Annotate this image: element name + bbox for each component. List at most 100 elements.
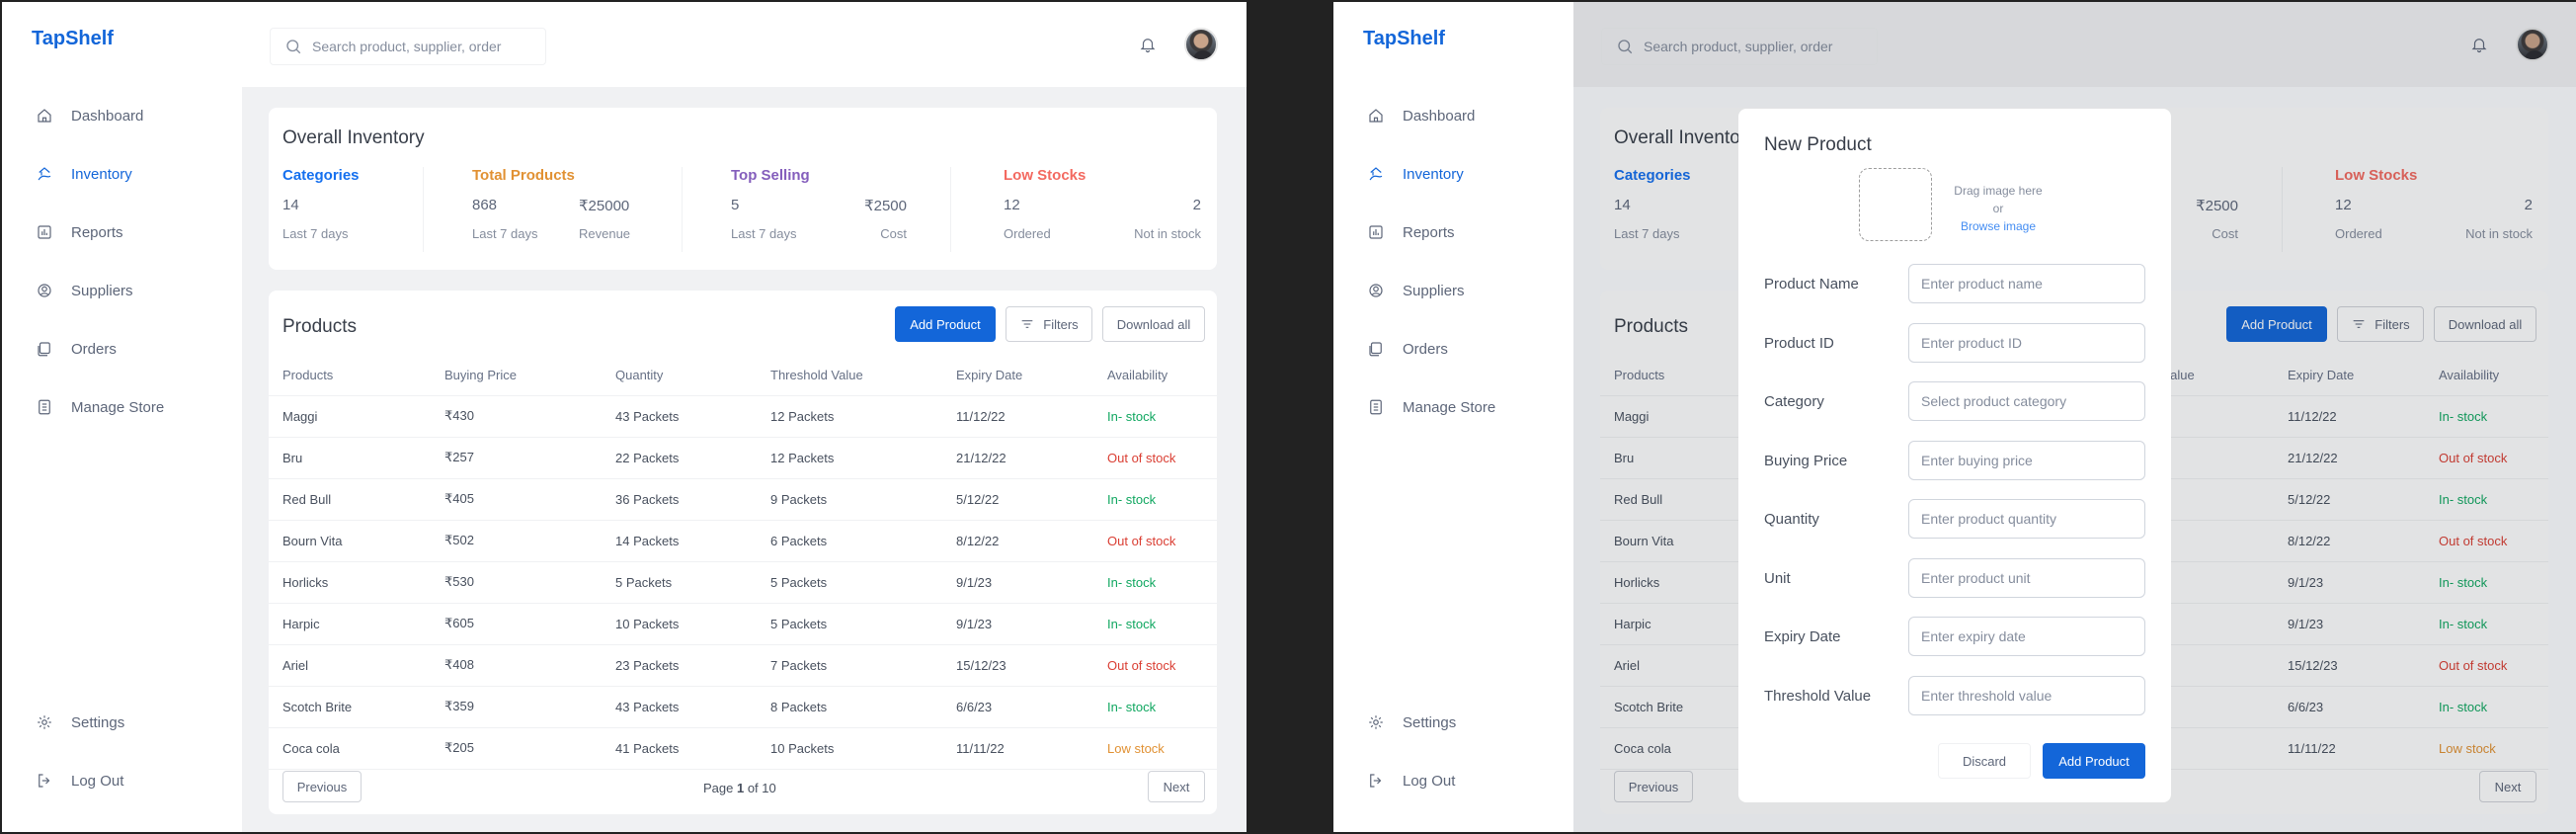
overall-inventory-card: Overall Inventory Categories 14 Last 7 d… — [269, 108, 1217, 270]
products-title: Products — [282, 316, 357, 337]
cell-qty: 14 Packets — [615, 520, 770, 562]
next-button[interactable]: Next — [1148, 771, 1205, 802]
modal-title: New Product — [1764, 134, 1872, 155]
app-logo[interactable]: TapShelf — [32, 28, 114, 50]
previous-button[interactable]: Previous — [282, 771, 362, 802]
cell-threshold: 10 Packets — [770, 727, 956, 770]
sidebar-item-dashboard[interactable]: Dashboard — [1367, 101, 1475, 130]
filters-label: Filters — [1043, 316, 1079, 332]
threshold-value-field[interactable] — [1908, 675, 2145, 715]
table-row[interactable]: Maggi₹43043 Packets12 Packets11/12/22In-… — [269, 395, 1217, 438]
sidebar-item-manage-store[interactable]: Manage Store — [1367, 392, 1495, 422]
table-row[interactable]: Coca cola₹20541 Packets10 Packets11/11/2… — [269, 727, 1217, 770]
table-row[interactable]: Harpic₹60510 Packets5 Packets9/1/23In- s… — [269, 603, 1217, 645]
sidebar-item-dashboard[interactable]: Dashboard — [36, 101, 143, 130]
divider — [423, 167, 424, 252]
cell-threshold: 5 Packets — [770, 561, 956, 604]
search-input[interactable] — [312, 39, 529, 54]
image-dropzone[interactable] — [1859, 168, 1932, 241]
column-header[interactable]: Availability — [1107, 356, 1217, 396]
field-label: Buying Price — [1764, 452, 1848, 469]
sidebar-item-orders[interactable]: Orders — [36, 334, 117, 364]
browse-image-link[interactable]: Browse image — [1944, 217, 2053, 235]
column-header[interactable]: Threshold Value — [770, 356, 956, 396]
sidebar-item-suppliers[interactable]: Suppliers — [1367, 276, 1465, 305]
category-field[interactable]: Select product category — [1908, 381, 2145, 421]
divider — [682, 167, 683, 252]
drag-text: Drag image here — [1954, 184, 2043, 198]
gear-icon — [38, 715, 51, 729]
sidebar-item-log-out[interactable]: Log Out — [1367, 766, 1455, 795]
stat-categories: Categories 14 Last 7 days — [282, 167, 421, 252]
gear-icon — [1369, 715, 1383, 729]
table-row[interactable]: Bourn Vita₹50214 Packets6 Packets8/12/22… — [269, 520, 1217, 562]
column-header[interactable]: Buying Price — [444, 356, 615, 396]
stat-total-products: Total Products 868 Last 7 days ₹25000 Re… — [472, 167, 670, 252]
product-name-field[interactable] — [1908, 264, 2145, 303]
table-row[interactable]: Scotch Brite₹35943 Packets8 Packets6/6/2… — [269, 686, 1217, 728]
sidebar-item-label: Log Out — [1403, 772, 1456, 790]
cell-expiry: 11/12/22 — [956, 395, 1107, 438]
store-icon — [39, 399, 50, 415]
field-label: Product ID — [1764, 334, 1834, 352]
cell-expiry: 5/12/22 — [956, 478, 1107, 521]
table-header-row: Products Buying Price Quantity Threshold… — [269, 356, 1217, 396]
table-row[interactable]: Bru₹25722 Packets12 Packets21/12/22Out o… — [269, 437, 1217, 479]
notification-button[interactable] — [1139, 36, 1159, 55]
sidebar-item-log-out[interactable]: Log Out — [36, 766, 123, 795]
table-row[interactable]: Horlicks₹5305 Packets5 Packets9/1/23In- … — [269, 561, 1217, 604]
sidebar: TapShelf Dashboard Inventory Reports Suppli… — [2, 2, 242, 832]
cell-availability: In- stock — [1107, 603, 1217, 645]
cell-name: Maggi — [269, 395, 444, 438]
column-header[interactable]: Quantity — [615, 356, 770, 396]
filters-button[interactable]: Filters — [1006, 306, 1092, 342]
sidebar-item-reports[interactable]: Reports — [36, 217, 123, 247]
sidebar-item-reports[interactable]: Reports — [1367, 217, 1455, 247]
sidebar-item-label: Manage Store — [71, 398, 165, 416]
modal-add-product-button[interactable]: Add Product — [2043, 743, 2145, 779]
reports-icon — [38, 225, 51, 239]
unit-field[interactable] — [1908, 557, 2145, 598]
table-row[interactable]: Ariel₹40823 Packets7 Packets15/12/23Out … — [269, 644, 1217, 687]
sidebar-item-settings[interactable]: Settings — [36, 708, 124, 737]
column-header[interactable]: Products — [269, 356, 444, 396]
sidebar-item-orders[interactable]: Orders — [1367, 334, 1448, 364]
cell-expiry: 15/12/23 — [956, 644, 1107, 687]
sidebar-item-label: Dashboard — [1403, 107, 1476, 125]
cell-name: Bru — [269, 437, 444, 479]
app-logo[interactable]: TapShelf — [1363, 28, 1445, 50]
home-icon — [1369, 109, 1383, 123]
stat-categories-value: 14 — [282, 197, 299, 213]
field-label: Unit — [1764, 569, 1791, 587]
product-id-field[interactable] — [1908, 322, 2145, 363]
cell-expiry: 11/11/22 — [956, 727, 1107, 770]
cell-qty: 43 Packets — [615, 395, 770, 438]
stat-not-in-stock-value: 2 — [1192, 197, 1201, 213]
top-bar — [242, 2, 1247, 87]
download-all-button[interactable]: Download all — [1102, 306, 1205, 342]
stat-total-products-label: Last 7 days — [472, 226, 538, 241]
sidebar-item-inventory[interactable]: Inventory — [36, 159, 132, 189]
sidebar-item-manage-store[interactable]: Manage Store — [36, 392, 164, 422]
cell-qty: 41 Packets — [615, 727, 770, 770]
pagination-info: Page 1 of 10 — [703, 781, 776, 795]
sidebar-item-inventory[interactable]: Inventory — [1367, 159, 1464, 189]
sidebar-item-suppliers[interactable]: Suppliers — [36, 276, 133, 305]
page-suffix: of 10 — [744, 781, 776, 795]
table-row[interactable]: Red Bull₹40536 Packets9 Packets5/12/22In… — [269, 478, 1217, 521]
add-product-button[interactable]: Add Product — [895, 306, 996, 342]
cell-name: Red Bull — [269, 478, 444, 521]
buying-price-field[interactable] — [1908, 440, 2145, 480]
sidebar-item-label: Reports — [1403, 223, 1455, 241]
sidebar-item-settings[interactable]: Settings — [1367, 708, 1456, 737]
column-header[interactable]: Expiry Date — [956, 356, 1107, 396]
quantity-field[interactable] — [1908, 499, 2145, 539]
search-box[interactable] — [270, 28, 546, 65]
cell-availability: In- stock — [1107, 686, 1217, 728]
avatar[interactable] — [1184, 28, 1218, 61]
expiry-date-field[interactable] — [1908, 617, 2145, 656]
cell-availability: Out of stock — [1107, 520, 1217, 562]
discard-button[interactable]: Discard — [1938, 743, 2031, 779]
stat-categories-title: Categories — [282, 167, 360, 184]
cell-expiry: 21/12/22 — [956, 437, 1107, 479]
